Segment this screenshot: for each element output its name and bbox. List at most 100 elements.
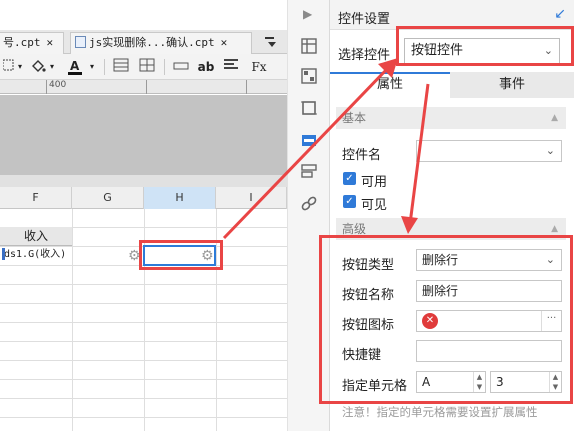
file-tab-1-label: 号.cpt <box>3 36 41 49</box>
visible-checkbox-label: 可见 <box>361 198 388 213</box>
tabs-more-icon[interactable] <box>265 36 279 51</box>
grid-line <box>0 322 287 323</box>
grid-line <box>0 341 287 342</box>
grid-line <box>0 379 287 380</box>
row-stepper[interactable]: ▲ ▼ <box>549 372 561 392</box>
button-type-label: 按钮类型 <box>342 258 395 273</box>
button-icon-label: 按钮图标 <box>342 318 395 333</box>
column-header-h[interactable]: H <box>144 187 216 209</box>
file-tab-2-label: js实现删除...确认.cpt <box>89 36 215 49</box>
widget-gear-icon[interactable]: ⚙ <box>201 248 214 264</box>
font-color-icon[interactable]: A <box>66 58 84 76</box>
shortcut-label: 快捷键 <box>342 348 382 363</box>
formula-cell[interactable]: ds1.G(收入) <box>0 246 72 265</box>
insert-widget-icon[interactable] <box>172 58 190 76</box>
file-tab-bar: 号.cpt ✕ js实现删除...确认.cpt ✕ <box>0 30 287 54</box>
button-name-label: 按钮名称 <box>342 288 395 303</box>
button-icon-picker[interactable]: ✕ ··· <box>416 310 562 332</box>
dropdown-icon[interactable]: ▾ <box>48 58 56 76</box>
header-cell[interactable]: 收入 <box>0 227 72 246</box>
chevron-down-icon: ⌄ <box>545 144 555 157</box>
text-widget-icon[interactable]: ab <box>196 58 216 76</box>
section-basic-label: 基本 <box>342 111 367 125</box>
widget-settings-icon[interactable] <box>299 130 319 150</box>
cell-element-icon[interactable] <box>299 66 319 86</box>
toolbar-separator <box>164 59 165 75</box>
target-column-input[interactable]: A ▲ ▼ <box>416 371 486 393</box>
grid-line <box>0 284 287 285</box>
collapse-icon[interactable]: ▶ <box>303 7 312 21</box>
column-header-f[interactable]: F <box>0 187 72 209</box>
page-margin-area <box>0 95 287 175</box>
widget-name-input[interactable]: ⌄ <box>416 140 562 162</box>
button-type-value: 删除行 <box>422 253 459 267</box>
fill-color-icon[interactable] <box>30 58 46 76</box>
ruler-tick <box>146 80 147 94</box>
widget-settings-panel: 控件设置 ↙ 选择控件 按钮控件 ⌄ 属性 事件 基本 ▲ 控件名 ⌄ ✓ 可用… <box>319 0 574 431</box>
close-icon[interactable]: ✕ <box>221 36 228 49</box>
file-tab-2[interactable]: js实现删除...确认.cpt ✕ <box>70 32 252 54</box>
file-tab-1[interactable]: 号.cpt ✕ <box>0 32 64 54</box>
formula-cell-text: ds1.G(收入) <box>4 249 67 260</box>
widget-type-label: 选择控件 <box>338 48 391 63</box>
cancel-icon: ✕ <box>422 313 438 329</box>
file-icon <box>75 36 86 48</box>
align-icon[interactable] <box>222 58 240 76</box>
widget-type-select[interactable]: 按钮控件 ⌄ <box>404 38 560 64</box>
panel-title: 控件设置 <box>338 12 391 27</box>
close-icon[interactable]: ✕ <box>47 36 54 49</box>
tab-attributes[interactable]: 属性 <box>330 72 450 98</box>
widget-type-row: 选择控件 按钮控件 ⌄ <box>330 34 574 68</box>
column-header-g[interactable]: G <box>72 187 144 209</box>
toolbar-separator <box>104 59 105 75</box>
widget-name-label: 控件名 <box>342 148 382 163</box>
border-icon[interactable] <box>2 58 16 76</box>
widget-type-value: 按钮控件 <box>411 43 464 58</box>
pin-icon[interactable]: ↙ <box>554 6 566 22</box>
condition-icon[interactable] <box>299 162 319 182</box>
side-icon-bar: ▶ <box>287 0 330 431</box>
target-column-value: A <box>422 375 431 389</box>
ruler: 400 <box>0 80 287 94</box>
chevron-down-icon: ⌄ <box>543 44 553 57</box>
designer-area: 号.cpt ✕ js实现删除...确认.cpt ✕ ▾ ▾ A ▾ ab Fx … <box>0 0 287 431</box>
shortcut-input[interactable] <box>416 340 562 362</box>
grid-line <box>0 398 287 399</box>
grid-line <box>0 303 287 304</box>
column-header-row: F G H I <box>0 187 287 209</box>
canvas-top-strip <box>0 175 287 187</box>
enabled-checkbox[interactable]: ✓ <box>343 172 356 185</box>
merge-cells-icon[interactable] <box>112 58 130 76</box>
section-basic[interactable]: 基本 ▲ <box>336 107 566 129</box>
dropdown-icon[interactable]: ▾ <box>16 58 24 76</box>
tab-events[interactable]: 事件 <box>450 72 574 98</box>
grid-line <box>0 360 287 361</box>
ruler-label: 400 <box>49 80 67 90</box>
format-toolbar: ▾ ▾ A ▾ ab Fx <box>0 54 287 80</box>
collapse-triangle-icon: ▲ <box>551 113 558 123</box>
visible-checkbox[interactable]: ✓ <box>343 195 356 208</box>
target-row-value: 3 <box>496 375 504 389</box>
ruler-tick <box>246 80 247 94</box>
section-advanced-label: 高级 <box>342 222 367 236</box>
more-icon[interactable]: ··· <box>541 311 561 331</box>
widget-gear-icon[interactable]: ⚙ <box>128 248 141 264</box>
button-name-input[interactable]: 删除行 <box>416 280 562 302</box>
dropdown-icon[interactable]: ▾ <box>88 58 96 76</box>
button-type-select[interactable]: 删除行 ⌄ <box>416 249 562 271</box>
section-advanced[interactable]: 高级 ▲ <box>336 218 566 240</box>
hyperlink-icon[interactable] <box>299 194 319 214</box>
formula-icon[interactable]: Fx <box>248 58 270 76</box>
split-cells-icon[interactable] <box>138 58 156 76</box>
target-cell-label: 指定单元格 <box>342 379 408 394</box>
cell-attributes-icon[interactable] <box>299 36 319 56</box>
panel-tabs: 属性 事件 <box>330 72 574 98</box>
column-header-i[interactable]: I <box>216 187 287 209</box>
ruler-tick <box>46 80 47 94</box>
cell-marker <box>2 248 5 260</box>
target-row-input[interactable]: 3 ▲ ▼ <box>490 371 562 393</box>
note-text: 注意！指定的单元格需要设置扩展属性 <box>342 405 538 419</box>
column-stepper[interactable]: ▲ ▼ <box>473 372 485 392</box>
enabled-checkbox-label: 可用 <box>361 175 388 190</box>
crop-icon[interactable] <box>299 98 319 118</box>
